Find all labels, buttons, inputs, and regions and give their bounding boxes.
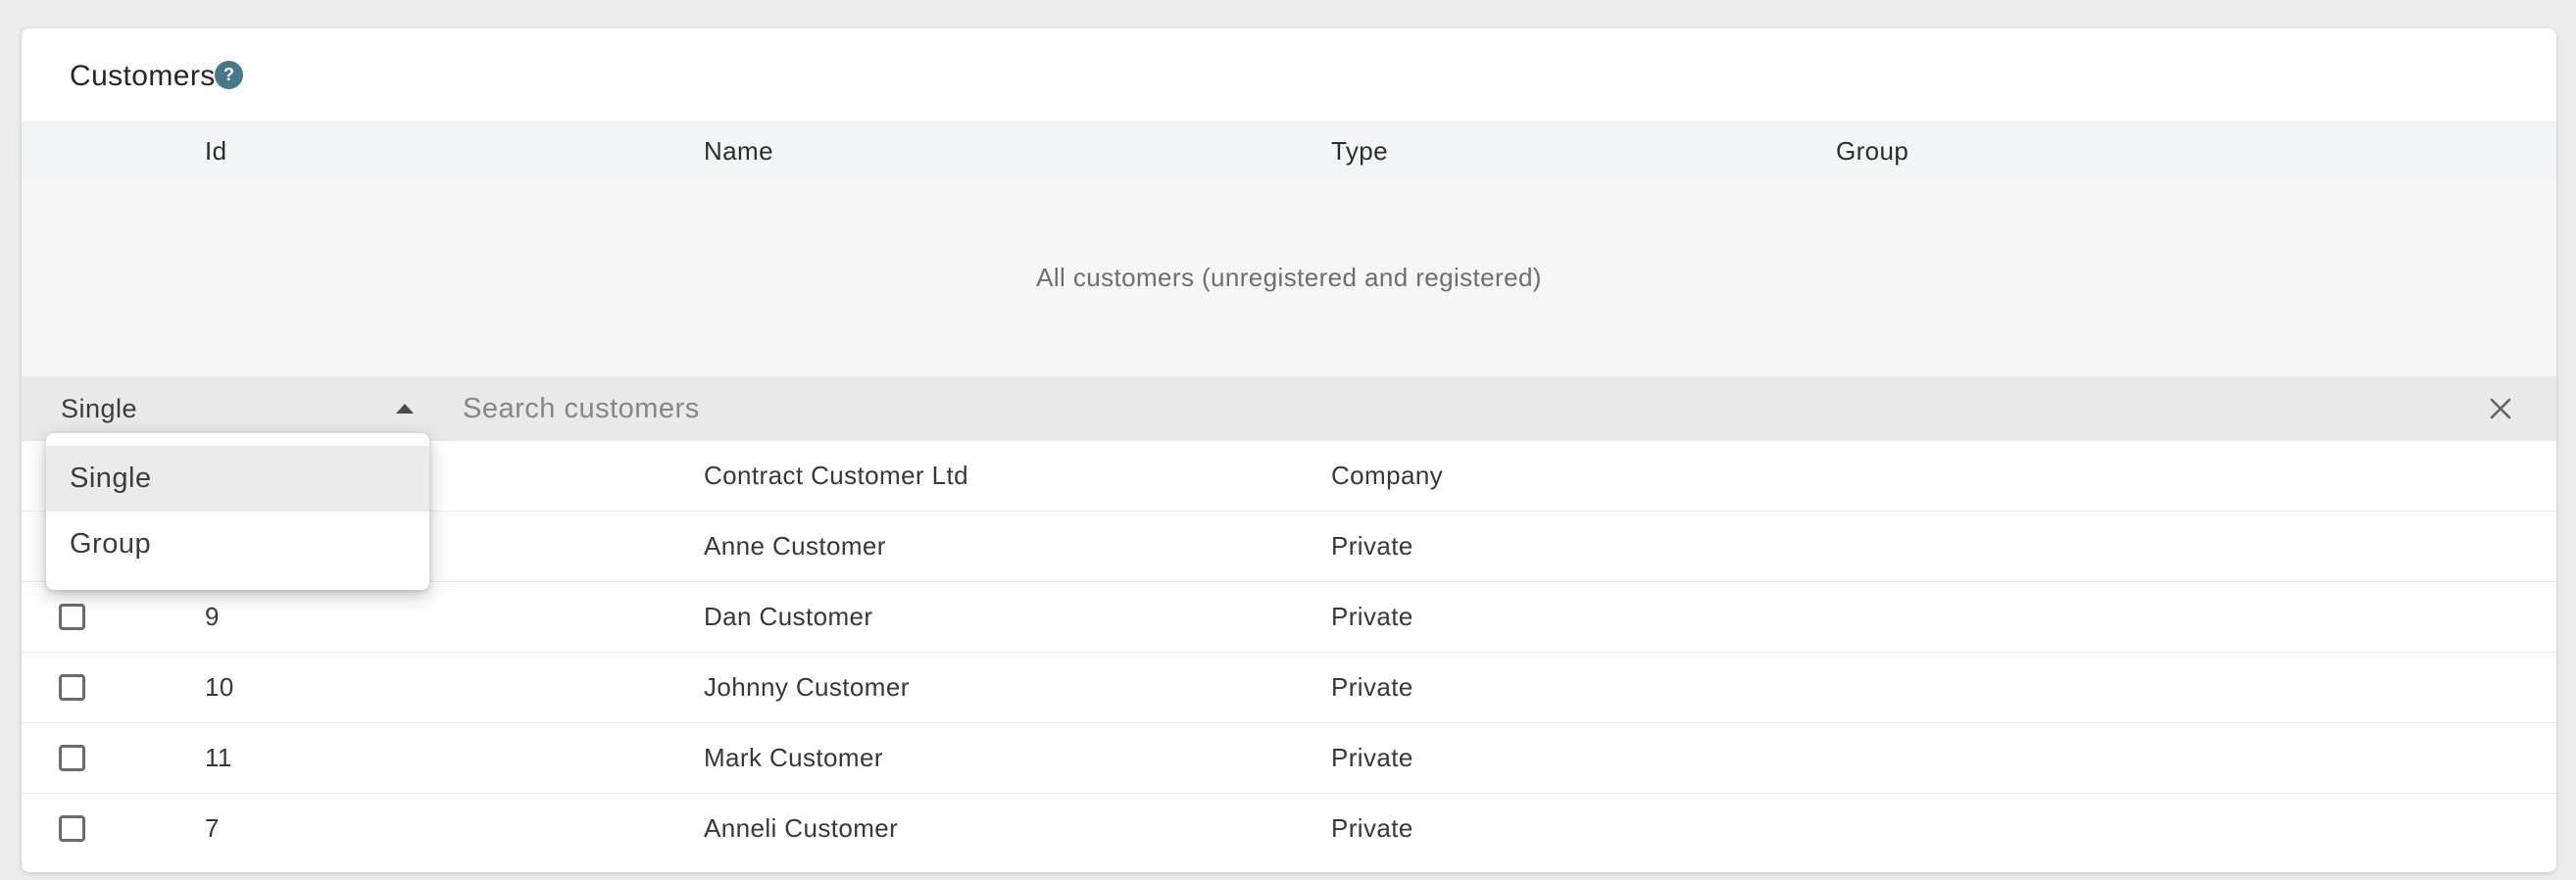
table-header-row: Id Name Type Group — [22, 122, 2556, 179]
cell-type: Private — [1331, 602, 1413, 631]
type-filter-select[interactable]: Single — [22, 376, 433, 441]
cell-name: Contract Customer Ltd — [704, 461, 968, 490]
help-icon[interactable]: ? — [215, 61, 243, 89]
cell-type: Private — [1331, 813, 1413, 843]
x-icon — [2490, 398, 2511, 419]
cell-name: Johnny Customer — [704, 672, 910, 702]
cell-id: 7 — [205, 813, 220, 843]
type-dropdown-menu: Single Group — [46, 433, 429, 590]
column-header-id: Id — [205, 136, 227, 166]
table-row[interactable]: 10 Johnny Customer Private — [22, 653, 2556, 723]
row-checkbox[interactable] — [59, 745, 85, 771]
column-header-type: Type — [1331, 136, 1388, 166]
row-checkbox[interactable] — [59, 674, 85, 701]
cell-type: Company — [1331, 461, 1444, 490]
cell-id: 11 — [205, 743, 232, 772]
row-checkbox[interactable] — [59, 815, 85, 842]
cell-type: Private — [1331, 531, 1413, 561]
table-row[interactable]: 7 Anneli Customer Private — [22, 794, 2556, 864]
dropdown-option-group[interactable]: Group — [46, 512, 429, 577]
customers-card: Customers ? Id Name Type Group All custo… — [22, 28, 2556, 872]
cell-name: Mark Customer — [704, 743, 883, 772]
column-header-name: Name — [704, 136, 773, 166]
table-row[interactable]: 11 Mark Customer Private — [22, 723, 2556, 794]
page-title: Customers — [70, 60, 216, 92]
search-input[interactable] — [463, 376, 2403, 441]
cell-name: Dan Customer — [704, 602, 873, 631]
type-filter-value: Single — [61, 394, 138, 423]
row-checkbox[interactable] — [59, 604, 85, 630]
table-row[interactable]: 9 Dan Customer Private — [22, 582, 2556, 653]
cell-id: 9 — [205, 602, 220, 631]
cell-name: Anneli Customer — [704, 813, 899, 843]
cell-type: Private — [1331, 743, 1413, 772]
cell-name: Anne Customer — [704, 531, 886, 561]
dropdown-option-single[interactable]: Single — [46, 446, 429, 512]
empty-state-text: All customers (unregistered and register… — [1036, 263, 1542, 292]
clear-search-button[interactable] — [2478, 386, 2523, 431]
filter-bar: Single — [22, 376, 2556, 441]
caret-up-icon — [396, 404, 414, 414]
question-mark-glyph: ? — [223, 65, 234, 84]
cell-type: Private — [1331, 672, 1413, 702]
empty-state: All customers (unregistered and register… — [22, 179, 2556, 376]
column-header-group: Group — [1836, 136, 1909, 166]
screen: Customers ? Id Name Type Group All custo… — [0, 0, 2576, 880]
cell-id: 10 — [205, 672, 234, 702]
